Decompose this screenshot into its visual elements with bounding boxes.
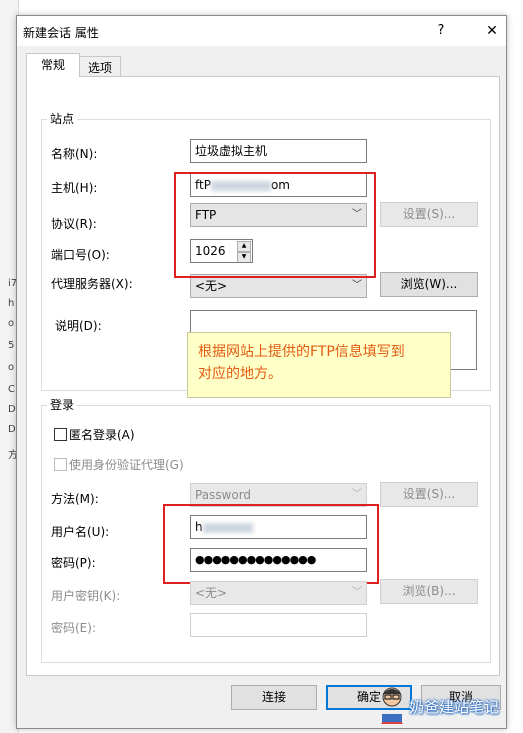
anonymous-label[interactable]: 匿名登录(A) xyxy=(69,426,135,443)
proxy-value: <无> xyxy=(195,279,228,293)
user-key-value: <无> xyxy=(195,586,228,600)
watermark-text: 奶爸建站笔记 xyxy=(409,698,500,716)
host-label: 主机(H): xyxy=(51,181,98,195)
session-properties-dialog: 新建会话 属性 ? ✕ 常规 选项 站点 名称(N): 垃圾虚拟主机 主机(H)… xyxy=(16,15,507,729)
password-label: 密码(P): xyxy=(51,556,96,570)
user-key-browse-button[interactable]: 浏览(B)... xyxy=(380,579,478,604)
connect-button[interactable]: 连接 xyxy=(231,685,317,710)
protocol-settings-button[interactable]: 设置(S)... xyxy=(380,202,478,227)
description-label: 说明(D): xyxy=(55,319,102,333)
chevron-down-icon: ﹀ xyxy=(352,280,362,291)
login-highlight-box xyxy=(163,504,379,584)
help-button[interactable]: ? xyxy=(429,20,453,42)
tab-general[interactable]: 常规 xyxy=(26,53,80,77)
username-label: 用户名(U): xyxy=(51,525,110,539)
anonymous-checkbox[interactable] xyxy=(54,428,67,441)
instruction-tooltip: 根据网站上提供的FTP信息填写到 对应的地方。 xyxy=(187,332,451,398)
proxy-browse-button[interactable]: 浏览(W)... xyxy=(380,272,478,297)
port-label: 端口号(O): xyxy=(51,248,110,262)
tab-options[interactable]: 选项 xyxy=(79,56,121,78)
site-group-legend: 站点 xyxy=(47,110,78,127)
passphrase-label: 密码(E): xyxy=(51,621,96,635)
name-field[interactable]: 垃圾虚拟主机 xyxy=(190,139,367,163)
close-button[interactable]: ✕ xyxy=(480,20,504,42)
tooltip-line-1: 根据网站上提供的FTP信息填写到 xyxy=(198,344,405,360)
mascot-icon xyxy=(381,687,403,724)
protocol-label: 协议(R): xyxy=(51,217,97,231)
tooltip-line-2: 对应的地方。 xyxy=(198,366,282,382)
auth-agent-checkbox[interactable] xyxy=(54,458,67,471)
login-group-legend: 登录 xyxy=(47,396,78,413)
chevron-down-icon: ﹀ xyxy=(352,489,362,500)
title-bar: 新建会话 属性 ? ✕ xyxy=(17,16,506,46)
passphrase-field[interactable] xyxy=(190,613,367,637)
proxy-label: 代理服务器(X): xyxy=(51,277,133,291)
watermark: 奶爸建站笔记 xyxy=(377,684,517,728)
name-label: 名称(N): xyxy=(51,147,98,161)
method-label: 方法(M): xyxy=(51,492,99,506)
host-highlight-box xyxy=(174,172,376,278)
method-value: Password xyxy=(195,488,252,502)
user-key-select[interactable]: <无> ﹀ xyxy=(190,581,367,605)
method-settings-button[interactable]: 设置(S)... xyxy=(380,482,478,507)
auth-agent-label[interactable]: 使用身份验证代理(G) xyxy=(69,456,184,473)
user-key-label: 用户密钥(K): xyxy=(51,589,121,603)
window-title: 新建会话 属性 xyxy=(23,26,99,40)
chevron-down-icon: ﹀ xyxy=(352,587,362,598)
